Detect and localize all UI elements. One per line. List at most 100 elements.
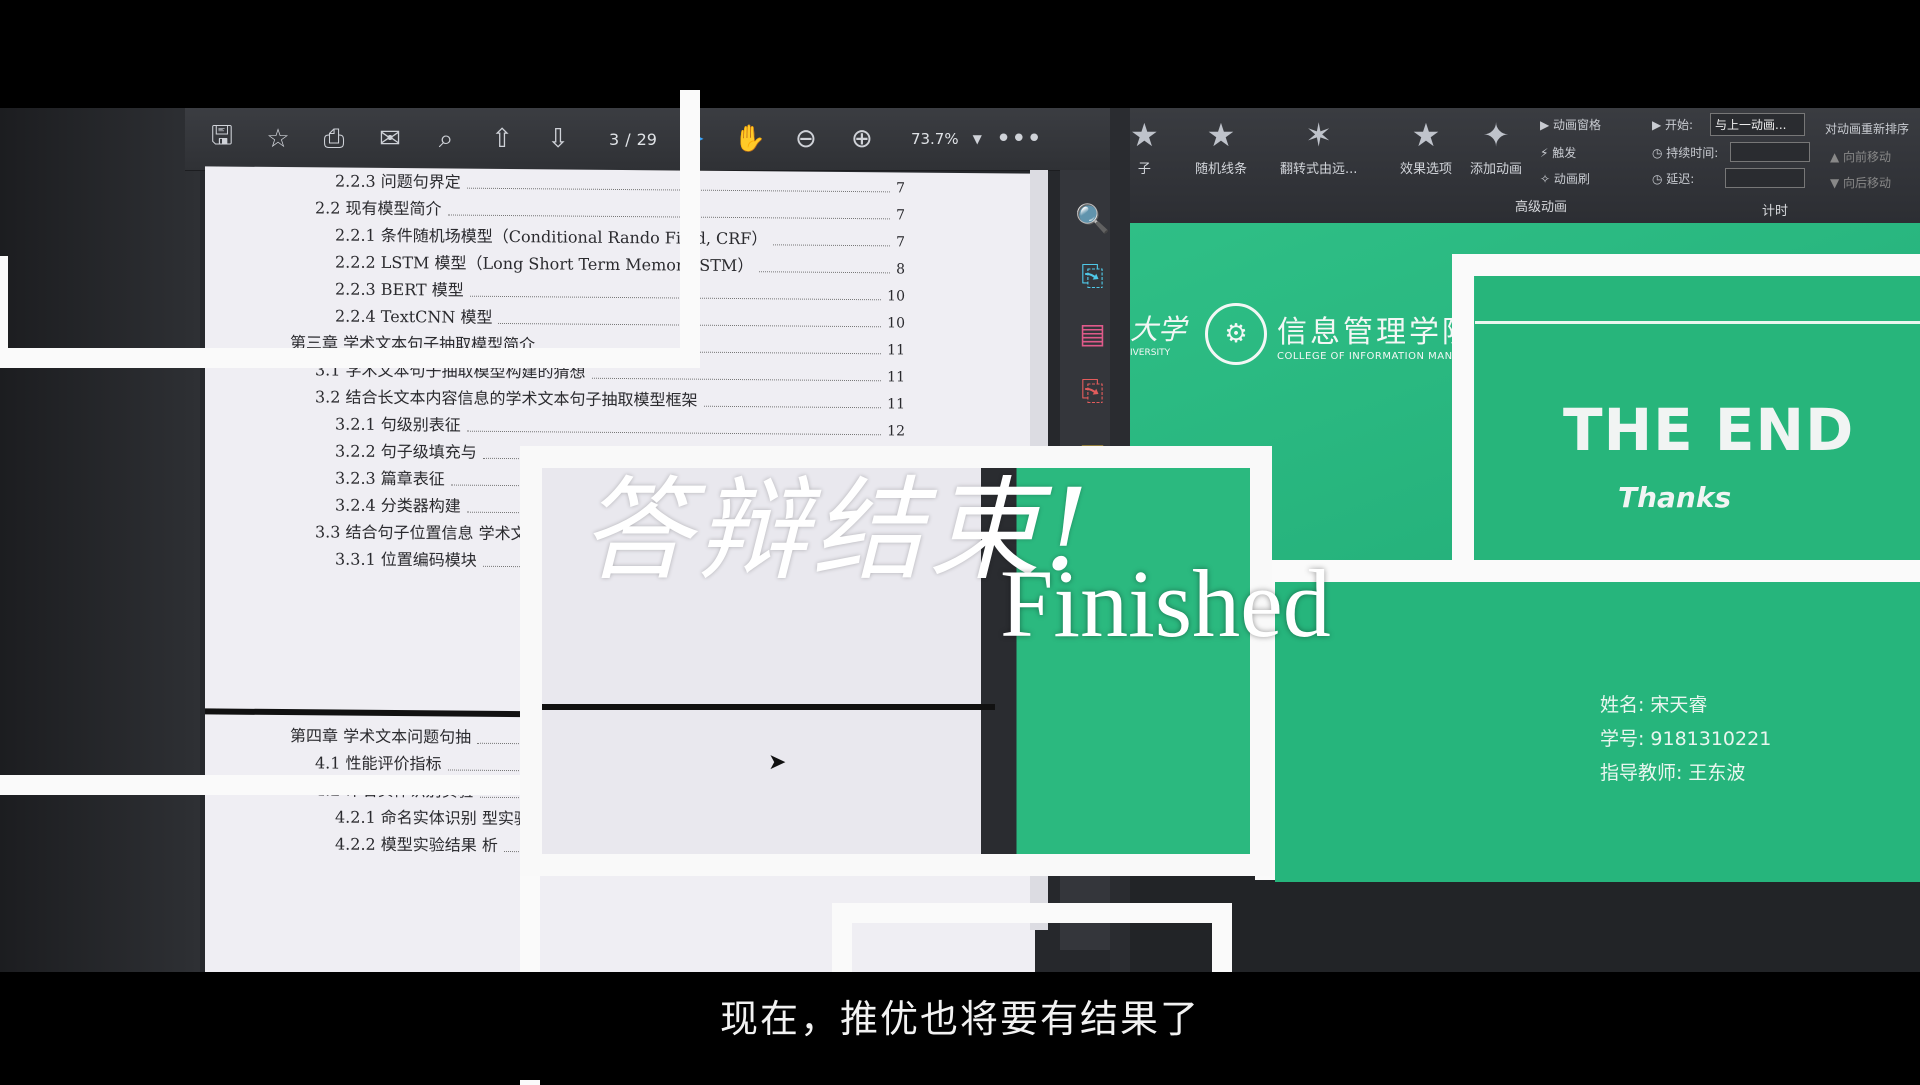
ribbon-item-effect[interactable]: ★ 子 bbox=[1130, 116, 1159, 177]
duration-label: ◷ 持续时间: bbox=[1652, 144, 1718, 161]
add-animation-button[interactable]: ✦ 添加动画 bbox=[1470, 116, 1522, 177]
end-thanks: Thanks bbox=[1618, 481, 1732, 514]
toc-entry[interactable]: 3.2.1 句级别表征 12 bbox=[335, 411, 905, 440]
info-value: 宋天睿 bbox=[1650, 694, 1708, 716]
end-title: THE END bbox=[1563, 396, 1855, 464]
toc-page-number: 11 bbox=[887, 342, 905, 359]
mouse-cursor-icon: ➤ bbox=[768, 750, 787, 775]
ribbon-item-label: 子 bbox=[1137, 162, 1151, 177]
center-divider bbox=[542, 704, 996, 710]
toc-page-number: 11 bbox=[887, 396, 905, 413]
animation-painter-label: 动画刷 bbox=[1553, 172, 1590, 186]
create-pdf-icon[interactable]: ⎘ bbox=[1081, 259, 1103, 293]
ribbon-item-label: 翻转式由远... bbox=[1280, 162, 1358, 177]
toc-leader-dots bbox=[773, 244, 891, 247]
animation-pane-icon: ▶ bbox=[1540, 118, 1554, 132]
info-value: 王东波 bbox=[1688, 762, 1746, 784]
group-timing: 计时 bbox=[1762, 204, 1789, 219]
info-key: 姓名: bbox=[1600, 694, 1645, 716]
toc-page-number: 12 bbox=[887, 423, 905, 440]
move-earlier-button[interactable]: ▲ 向前移动 bbox=[1830, 148, 1891, 165]
zoom-in-icon[interactable]: ⊕ bbox=[843, 120, 881, 158]
star-icon: ★ bbox=[1411, 116, 1441, 154]
ribbon-item-random-lines[interactable]: ★ 随机线条 bbox=[1195, 116, 1247, 177]
star-icon: ★ bbox=[1206, 116, 1236, 154]
info-student-id: 学号: 9181310221 bbox=[1600, 724, 1771, 751]
toc-leader-dots bbox=[703, 405, 882, 409]
move-later-label: 向后移动 bbox=[1843, 176, 1892, 190]
toc-entry-title: 3.2 结合长文本内容信息的学术文本句子抽取模型框架 bbox=[315, 387, 698, 410]
brush-icon: ✧ bbox=[1540, 172, 1554, 186]
toc-entry-title: 3.2.3 篇章表征 bbox=[335, 468, 445, 489]
toc-page-number: 7 bbox=[896, 234, 905, 251]
school-logo-block: 大学 IVERSITY ⚙ 信息管理学院 COLLEGE OF INFORMAT… bbox=[1130, 303, 1505, 365]
clock-icon: ◷ bbox=[1652, 172, 1667, 186]
toc-entry-title: 3.3 结合句子位置信息 学术文本 bbox=[315, 522, 543, 544]
reorder-animation-label: 对动画重新排序 bbox=[1825, 122, 1910, 136]
duration-input[interactable] bbox=[1730, 142, 1810, 162]
ppt-ribbon: ★ 子 ★ 随机线条 ✶ 翻转式由远... ★ 效果选项 ✦ 添加动画 ▶ 动画… bbox=[1130, 108, 1920, 223]
ribbon-item-label: 效果选项 bbox=[1400, 162, 1453, 177]
toc-entry-title: 3.3.1 位置编码模块 bbox=[335, 549, 477, 570]
animation-pane-label: 动画窗格 bbox=[1553, 118, 1602, 132]
trigger-button[interactable]: ⚡ 触发 bbox=[1540, 144, 1576, 161]
info-advisor: 指导教师: 王东波 bbox=[1600, 758, 1745, 785]
zoom-out-icon[interactable]: ⊖ bbox=[787, 120, 825, 158]
start-label: ▶ 开始: bbox=[1652, 116, 1693, 133]
collage-frame-edge bbox=[0, 256, 8, 368]
arrow-up-icon: ▲ bbox=[1830, 150, 1844, 164]
organize-pages-icon[interactable]: ▤ bbox=[1079, 317, 1105, 350]
toc-page-number: 7 bbox=[896, 180, 905, 197]
start-select[interactable]: 与上一动画... bbox=[1710, 113, 1805, 136]
delay-input[interactable] bbox=[1725, 168, 1805, 188]
info-name: 姓名: 宋天睿 bbox=[1600, 690, 1707, 717]
export-pdf-icon[interactable]: ⎘ bbox=[1081, 374, 1103, 408]
hand-tool-icon[interactable]: ✋ bbox=[731, 120, 769, 158]
toc-entry-title: 3.2.2 句子级填充与 bbox=[335, 441, 477, 462]
more-options-icon[interactable]: ••• bbox=[996, 120, 1042, 158]
toc-page-number: 7 bbox=[896, 207, 905, 224]
toc-leader-dots bbox=[759, 271, 891, 274]
info-value: 9181310221 bbox=[1650, 728, 1772, 750]
toc-entry-title: 第四章 学术文本问题句抽 bbox=[290, 726, 472, 747]
end-slide-thumbnail: THE END Thanks bbox=[1475, 276, 1920, 576]
delay-label-text: 延迟: bbox=[1666, 172, 1695, 186]
clock-icon: ◷ bbox=[1652, 146, 1667, 160]
ribbon-item-label: 添加动画 bbox=[1470, 162, 1523, 177]
school-prefix-cn: 大学 bbox=[1130, 313, 1187, 346]
end-slide-rule bbox=[1475, 321, 1920, 324]
zoom-level[interactable]: 73.7% bbox=[911, 130, 959, 148]
delay-label: ◷ 延迟: bbox=[1652, 170, 1694, 187]
move-earlier-label: 向前移动 bbox=[1843, 150, 1892, 164]
effect-options-button[interactable]: ★ 效果选项 bbox=[1400, 116, 1452, 177]
play-icon: ▶ bbox=[1652, 118, 1666, 132]
star-burst-icon: ✶ bbox=[1305, 116, 1333, 154]
enhance-scan-icon[interactable]: 🔍 bbox=[1075, 202, 1110, 235]
toc-page-number: 11 bbox=[887, 369, 905, 386]
overlay-title-en: Finished bbox=[1000, 550, 1331, 657]
video-subtitle: 现在，推优也将要有结果了 bbox=[719, 997, 1200, 1041]
move-later-button[interactable]: ▼ 向后移动 bbox=[1830, 174, 1891, 191]
toc-entry[interactable]: 3.2 结合长文本内容信息的学术文本句子抽取模型框架 11 bbox=[315, 383, 905, 412]
start-label-text: 开始: bbox=[1665, 118, 1694, 132]
animation-painter-button[interactable]: ✧ 动画刷 bbox=[1540, 170, 1590, 187]
toc-entry-title: 4.1 性能评价指标 bbox=[315, 753, 442, 774]
add-star-icon: ✦ bbox=[1482, 116, 1510, 154]
college-seal-icon: ⚙ bbox=[1205, 303, 1267, 365]
student-info-card: 姓名: 宋天睿 学号: 9181310221 指导教师: 王东波 bbox=[1275, 582, 1920, 882]
chevron-down-icon[interactable]: ▼ bbox=[973, 132, 982, 146]
info-key: 学号: bbox=[1600, 728, 1645, 750]
arrow-down-icon: ▼ bbox=[1830, 176, 1844, 190]
toc-page-number: 10 bbox=[887, 288, 905, 305]
info-key: 指导教师: bbox=[1600, 762, 1683, 784]
collage-frame-topleft bbox=[0, 90, 700, 368]
toc-leader-dots bbox=[591, 377, 882, 382]
toc-entry-title: 3.2.4 分类器构建 bbox=[335, 495, 461, 516]
lightning-icon: ⚡ bbox=[1540, 146, 1553, 160]
animation-pane-button[interactable]: ▶ 动画窗格 bbox=[1540, 116, 1601, 133]
duration-label-text: 持续时间: bbox=[1666, 146, 1719, 160]
ribbon-item-flip[interactable]: ✶ 翻转式由远... bbox=[1280, 116, 1357, 177]
ribbon-item-label: 随机线条 bbox=[1195, 162, 1248, 177]
toc-page-number: 10 bbox=[887, 315, 905, 332]
trigger-label: 触发 bbox=[1552, 146, 1577, 160]
